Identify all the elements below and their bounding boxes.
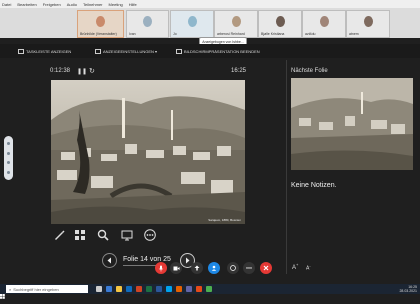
end-slideshow-button[interactable]: BILDSCHIRMPRÄSENTATION BEENDEN: [176, 48, 260, 54]
participant-name: Jo: [173, 32, 177, 36]
current-slide: Sarajevo, 1880, Bosnien: [51, 80, 245, 224]
slide-navigation: Folie 14 von 25: [100, 252, 200, 272]
menu-bar: Datei Bearbeiten Freigeben Audio Teilneh…: [0, 0, 420, 8]
firefox-icon[interactable]: [176, 286, 182, 292]
edge-icon[interactable]: [106, 286, 112, 292]
participant-avatar: [143, 16, 152, 27]
handle-dot: [7, 151, 10, 155]
windows-taskbar: ⌕ Suchbegriff hier eingeben 16:25 28.03.…: [0, 284, 420, 299]
slide-photo: [51, 80, 245, 224]
taskbar-icon: [18, 48, 24, 54]
windows-start-icon[interactable]: [0, 286, 5, 299]
presenter-toolbar: TASKLEISTE ANZEIGEN ANZEIGEEINSTELLUNGEN…: [0, 44, 420, 58]
video-button[interactable]: [170, 262, 182, 274]
search-placeholder: Suchbegriff hier eingeben: [13, 286, 59, 292]
timer-row: 0:12:38 ❚❚ ↻ 16:25: [50, 68, 246, 76]
participants-icon[interactable]: [208, 262, 220, 274]
panel-divider: [286, 60, 287, 274]
participant-name: Ivan: [129, 32, 136, 36]
display-settings-button[interactable]: ANZEIGEEINSTELLUNGEN ▾: [95, 48, 158, 54]
screen-icon[interactable]: [121, 228, 133, 241]
elapsed-time: 0:12:38: [50, 68, 71, 74]
chevron-left-icon[interactable]: [102, 253, 117, 268]
speaker-notes: Keine Notizen.: [291, 182, 337, 189]
handle-dot: [7, 170, 10, 174]
app-icon[interactable]: [206, 286, 212, 292]
participant-tile[interactable]: atnem: [346, 10, 390, 38]
menu-audio[interactable]: Audio: [67, 2, 77, 7]
teams-icon[interactable]: [186, 286, 192, 292]
taskbar-search[interactable]: ⌕ Suchbegriff hier eingeben: [6, 285, 88, 293]
participant-avatar: [319, 16, 329, 27]
participant-tile[interactable]: Ivan: [126, 10, 169, 38]
participant-avatar: [187, 16, 197, 27]
participant-name: arberosi Reinhard: [217, 32, 245, 36]
menu-share[interactable]: Freigeben: [43, 2, 61, 7]
decrease-font-button[interactable]: A-: [306, 263, 311, 272]
slide-credit: Sarajevo, 1880, Bosnien: [208, 218, 241, 222]
task-view-icon[interactable]: [96, 286, 102, 292]
excel-icon[interactable]: [146, 286, 152, 292]
participant-avatar: [231, 16, 241, 27]
participant-name: atnem: [349, 32, 359, 36]
participant-avatar: [275, 16, 285, 27]
participant-tile[interactable]: Brünhilde (Veranstalter): [77, 10, 124, 38]
display-icon: [95, 48, 101, 54]
participant-strip: Brünhilde (Veranstalter) Ivan Jo arberos…: [0, 8, 420, 38]
mute-button[interactable]: [155, 262, 167, 274]
pen-icon[interactable]: [53, 228, 65, 240]
webex-icon[interactable]: [166, 286, 172, 292]
menu-help[interactable]: Hilfe: [129, 2, 137, 7]
side-control-handle[interactable]: [4, 136, 13, 180]
powerpoint-icon[interactable]: [136, 286, 142, 292]
outlook-icon[interactable]: [126, 286, 132, 292]
participant-tile[interactable]: arberosi Reinhard: [214, 10, 258, 38]
next-slide-label: Nächste Folie: [291, 68, 328, 74]
chat-icon[interactable]: [227, 262, 239, 274]
menu-meeting[interactable]: Meeting: [109, 2, 123, 7]
menu-file[interactable]: Datei: [2, 2, 11, 7]
participant-name: azt4du: [305, 32, 316, 36]
menu-participants[interactable]: Teilnehmer: [83, 2, 103, 7]
participant-name: Bjølle Kristiana: [261, 32, 285, 36]
current-time: 16:25: [230, 68, 246, 74]
presenter-tools: [51, 228, 161, 242]
participant-name: Brünhilde (Veranstalter): [80, 32, 117, 36]
increase-font-button[interactable]: A+: [292, 262, 298, 271]
participant-tile[interactable]: Bjølle Kristiana: [258, 10, 302, 38]
magnifier-icon[interactable]: [97, 228, 109, 241]
display-settings-label: ANZEIGEEINSTELLUNGEN ▾: [103, 48, 158, 54]
search-icon: ⌕: [9, 286, 12, 292]
next-slide-photo: [291, 78, 413, 170]
handle-dot: [7, 142, 10, 146]
pause-button[interactable]: ❚❚: [77, 68, 87, 75]
file-explorer-icon[interactable]: [116, 286, 122, 292]
system-clock[interactable]: 16:25 28.03.2021: [399, 285, 417, 293]
more-icon[interactable]: [144, 228, 156, 241]
reset-timer-button[interactable]: ↻: [89, 67, 95, 75]
grid-icon[interactable]: [74, 228, 86, 240]
end-slideshow-label: BILDSCHIRMPRÄSENTATION BEENDEN: [184, 48, 260, 54]
acrobat-icon[interactable]: [196, 286, 202, 292]
word-icon[interactable]: [156, 286, 162, 292]
end-slideshow-icon: [176, 48, 182, 54]
menu-edit[interactable]: Bearbeiten: [17, 2, 36, 7]
show-taskbar-label: TASKLEISTE ANZEIGEN: [26, 48, 72, 54]
end-call-button[interactable]: [260, 262, 272, 274]
clock-date: 28.03.2021: [399, 289, 417, 293]
share-icon[interactable]: [191, 262, 203, 274]
participant-avatar: [96, 16, 105, 27]
show-taskbar-button[interactable]: TASKLEISTE ANZEIGEN: [18, 48, 72, 54]
next-slide-thumbnail[interactable]: [291, 78, 413, 170]
handle-dot: [7, 161, 10, 165]
participant-tile[interactable]: azt4du: [302, 10, 346, 38]
participant-tile[interactable]: Jo: [170, 10, 214, 38]
participant-avatar: [363, 16, 373, 27]
more-options-icon[interactable]: [243, 262, 255, 274]
